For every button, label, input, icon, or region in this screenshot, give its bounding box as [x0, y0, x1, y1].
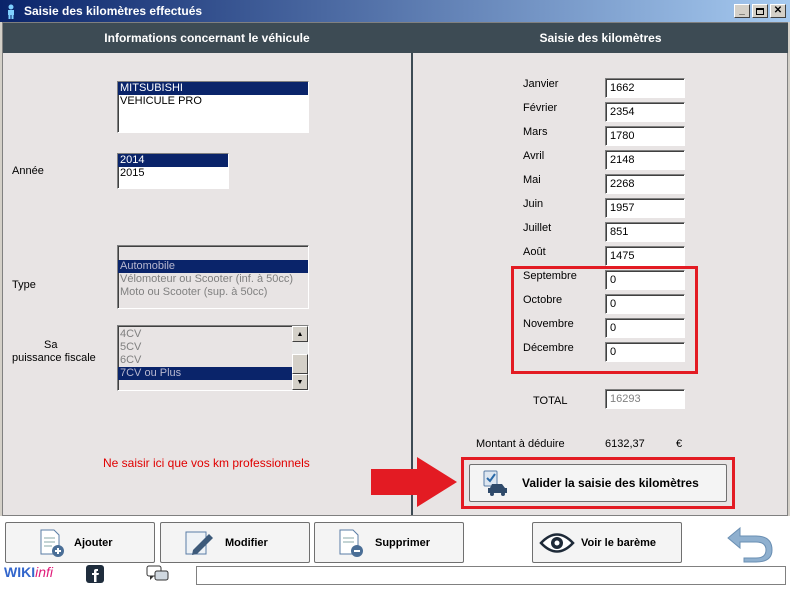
total-value: 16293	[605, 389, 685, 409]
scroll-down-button[interactable]: ▼	[292, 374, 308, 390]
document-add-icon	[38, 528, 66, 558]
vehicle-info-header: Informations concernant le véhicule	[3, 23, 411, 53]
month-label: Juillet	[523, 222, 552, 234]
scroll-thumb[interactable]	[292, 354, 308, 374]
month-label: Avril	[523, 150, 545, 162]
person-icon	[4, 3, 18, 19]
document-remove-icon	[337, 528, 365, 558]
puissance-scrollbar[interactable]: ▲ ▼	[292, 326, 308, 390]
month-input-mai[interactable]: 2268	[605, 174, 685, 194]
add-button[interactable]: Ajouter	[5, 522, 155, 563]
total-label: TOTAL	[533, 395, 568, 407]
validate-km-label: Valider la saisie des kilomètres	[522, 476, 699, 490]
vehicle-listbox[interactable]: MITSUBISHI VEHICULE PRO	[117, 81, 309, 133]
close-icon: ✕	[773, 5, 783, 16]
edit-label: Modifier	[225, 536, 268, 549]
currency-symbol: €	[676, 438, 683, 450]
panel-divider	[411, 23, 413, 515]
puissance-label-top: Sa	[44, 339, 58, 351]
month-input-janvier[interactable]: 1662	[605, 78, 685, 98]
arrow-right-icon	[371, 457, 457, 507]
type-option[interactable]: Automobile	[118, 260, 308, 273]
month-label: Août	[523, 246, 546, 258]
undo-icon[interactable]	[726, 520, 774, 567]
maximize-button[interactable]	[752, 4, 768, 18]
annee-label: Année	[12, 165, 44, 177]
month-label: Mai	[523, 174, 541, 186]
puissance-option[interactable]: 6CV	[118, 354, 308, 367]
maximize-icon	[756, 7, 764, 15]
triangle-up-icon: ▲	[296, 330, 304, 338]
scroll-up-button[interactable]: ▲	[292, 326, 308, 342]
montant-value: 6132,37	[605, 438, 645, 450]
window-title: Saisie des kilomètres effectués	[24, 4, 203, 18]
edit-button[interactable]: Modifier	[160, 522, 310, 563]
month-input-juin[interactable]: 1957	[605, 198, 685, 218]
eye-icon	[539, 532, 575, 554]
month-input-mars[interactable]: 1780	[605, 126, 685, 146]
month-label: Février	[523, 102, 558, 114]
type-listbox[interactable]: Automobile Vélomoteur ou Scooter (inf. à…	[117, 245, 309, 309]
professional-km-note: Ne saisir ici que vos km professionnels	[103, 456, 310, 470]
puissance-option[interactable]: 7CV ou Plus	[118, 367, 292, 380]
annee-listbox[interactable]: 2014 2015	[117, 153, 229, 189]
chat-icon[interactable]	[146, 565, 170, 586]
validate-km-button[interactable]: Valider la saisie des kilomètres	[469, 464, 727, 502]
month-label: Mars	[523, 126, 548, 138]
minimize-button[interactable]: _	[734, 4, 750, 18]
add-label: Ajouter	[74, 536, 113, 549]
delete-button[interactable]: Supprimer	[314, 522, 464, 563]
facebook-icon[interactable]	[86, 565, 104, 586]
title-bar: Saisie des kilomètres effectués _ ✕	[0, 0, 790, 22]
month-input-aout[interactable]: 1475	[605, 246, 685, 266]
close-button[interactable]: ✕	[770, 4, 786, 18]
month-input-fevrier[interactable]: 2354	[605, 102, 685, 122]
puissance-option[interactable]: 4CV	[118, 328, 308, 341]
bareme-label: Voir le barème	[581, 536, 656, 549]
bareme-button[interactable]: Voir le barème	[532, 522, 682, 563]
annee-option[interactable]: 2015	[118, 167, 228, 180]
remaining-months-highlight	[511, 266, 698, 374]
type-label: Type	[12, 279, 36, 291]
month-input-juillet[interactable]: 851	[605, 222, 685, 242]
month-label: Juin	[523, 198, 544, 210]
puissance-listbox[interactable]: 4CV 5CV 6CV 7CV ou Plus ▲ ▼	[117, 325, 309, 391]
delete-label: Supprimer	[375, 536, 431, 549]
vehicle-option[interactable]: VEHICULE PRO	[118, 95, 308, 108]
month-label: Janvier	[523, 78, 559, 90]
wikiinfi-logo[interactable]: WIKIinfi	[4, 564, 53, 580]
main-area: Informations concernant le véhicule Sais…	[2, 22, 788, 516]
status-bar	[196, 566, 786, 585]
annee-option[interactable]: 2014	[118, 154, 228, 167]
car-check-icon	[480, 468, 510, 498]
km-entry-header: Saisie des kilomètres	[413, 23, 788, 53]
triangle-down-icon: ▼	[296, 378, 304, 386]
type-option[interactable]: Moto ou Scooter (sup. à 50cc)	[118, 286, 308, 299]
type-option[interactable]: Vélomoteur ou Scooter (inf. à 50cc)	[118, 273, 308, 286]
minimize-icon: _	[739, 5, 745, 16]
month-input-avril[interactable]: 2148	[605, 150, 685, 170]
puissance-option[interactable]: 5CV	[118, 341, 308, 354]
montant-label: Montant à déduire	[476, 438, 565, 450]
vehicle-option[interactable]: MITSUBISHI	[118, 82, 308, 95]
pencil-icon	[183, 528, 215, 558]
puissance-label-bottom: puissance fiscale	[12, 352, 96, 364]
